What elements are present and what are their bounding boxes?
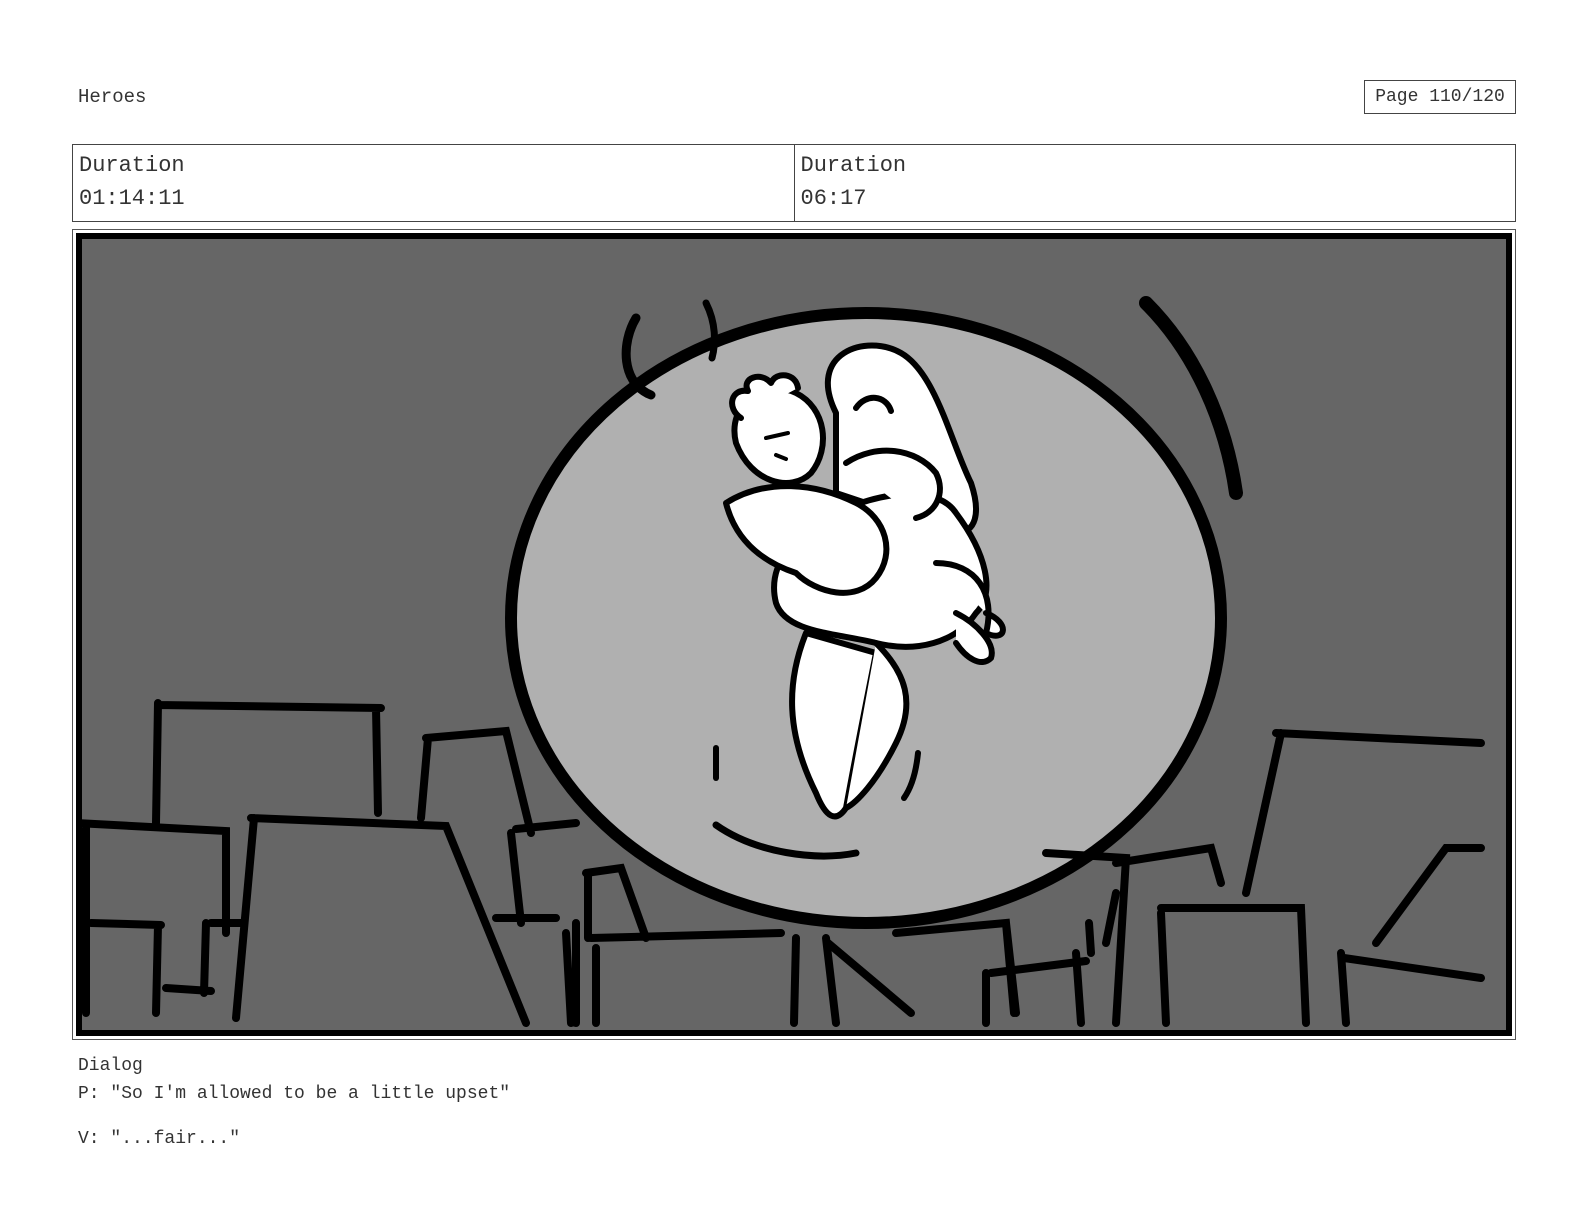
storyboard-panel bbox=[72, 229, 1516, 1040]
dialog-label: Dialog bbox=[78, 1056, 143, 1076]
duration-cell-panel: Duration 06:17 bbox=[793, 145, 1516, 221]
duration-label: Duration bbox=[800, 153, 907, 178]
duration-value: 06:17 bbox=[800, 186, 867, 211]
duration-cell-total: Duration 01:14:11 bbox=[73, 145, 794, 221]
project-title: Heroes bbox=[78, 86, 147, 108]
duration-value: 01:14:11 bbox=[79, 186, 185, 211]
dialog-line-p: P: "So I'm allowed to be a little upset" bbox=[78, 1084, 511, 1104]
duration-label: Duration bbox=[79, 153, 185, 178]
dialog-section: Dialog P: "So I'm allowed to be a little… bbox=[78, 1052, 510, 1153]
duration-table: Duration 01:14:11 Duration 06:17 bbox=[72, 144, 1516, 222]
storyboard-drawing bbox=[76, 233, 1512, 1036]
page-number-badge: Page 110/120 bbox=[1364, 80, 1516, 114]
dialog-line-v: V: "...fair..." bbox=[78, 1129, 241, 1149]
